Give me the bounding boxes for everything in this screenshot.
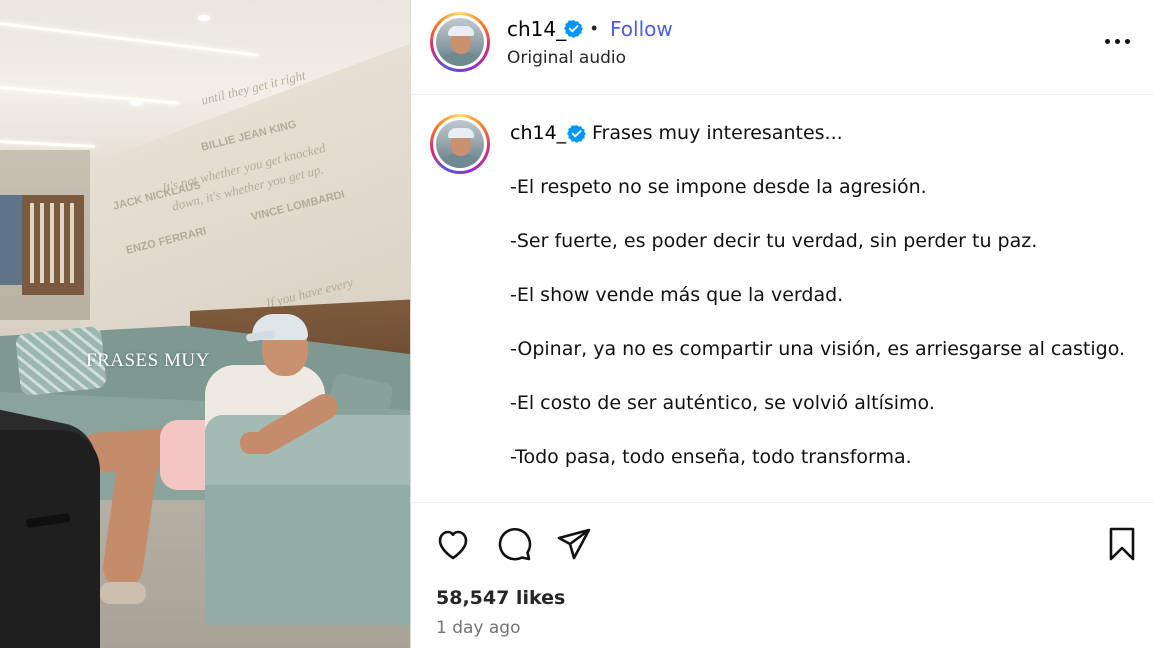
coffee-table-front [0, 430, 100, 648]
post-header: ch14_ • Follow Original audio [411, 0, 1154, 95]
caption-line: -El respeto no se impone desde la agresi… [510, 176, 927, 198]
heart-icon [438, 530, 468, 560]
cue-rack [22, 195, 84, 295]
downlight [130, 100, 142, 106]
caption-line: -El costo de ser auténtico, se volvió al… [510, 392, 935, 414]
separator-dot: • [591, 18, 598, 38]
header-username[interactable]: ch14_ [507, 17, 566, 41]
share-icon [557, 528, 591, 560]
downlight [198, 15, 210, 21]
verified-badge-icon [567, 124, 586, 143]
wall-panel [0, 195, 22, 285]
profile-photo [436, 18, 484, 66]
more-horizontal-icon [1105, 39, 1110, 44]
caption-line: -Ser fuerte, es poder decir tu verdad, s… [510, 230, 1038, 252]
caption-line: -Todo pasa, todo enseña, todo transforma… [510, 446, 912, 468]
video-overlay-caption: FRASES MUY [86, 350, 210, 371]
person-shoe [100, 582, 146, 604]
post-timestamp[interactable]: 1 day ago [436, 618, 521, 638]
caption-line: -El show vende más que la verdad. [510, 284, 844, 306]
audio-label[interactable]: Original audio [507, 48, 626, 68]
caption-title: Frases muy interesantes... [592, 122, 843, 144]
post-media[interactable]: until they get it right BILLIE JEAN KING… [0, 0, 411, 648]
more-options-button[interactable] [1101, 30, 1141, 54]
comment-button[interactable] [494, 524, 534, 564]
caption-username[interactable]: ch14_ [510, 122, 566, 144]
verified-badge-icon [564, 19, 583, 38]
follow-button[interactable]: Follow [610, 17, 673, 41]
avatar[interactable] [430, 12, 490, 72]
post-panel: ch14_ • Follow Original audio ch14_ Fras… [411, 0, 1154, 648]
person-hand [240, 432, 276, 454]
caption-avatar[interactable] [430, 114, 490, 174]
caption-section: ch14_ Frases muy interesantes... -El res… [411, 96, 1154, 503]
profile-photo [436, 120, 484, 168]
share-button[interactable] [554, 524, 594, 564]
like-button[interactable] [433, 524, 473, 564]
bookmark-icon [1109, 527, 1135, 561]
likes-count[interactable]: 58,547 likes [436, 587, 565, 609]
save-button[interactable] [1102, 524, 1142, 564]
caption-line: -Opinar, ya no es compartir una visión, … [510, 338, 1126, 360]
action-bar [411, 504, 1154, 584]
comment-icon [498, 527, 532, 561]
